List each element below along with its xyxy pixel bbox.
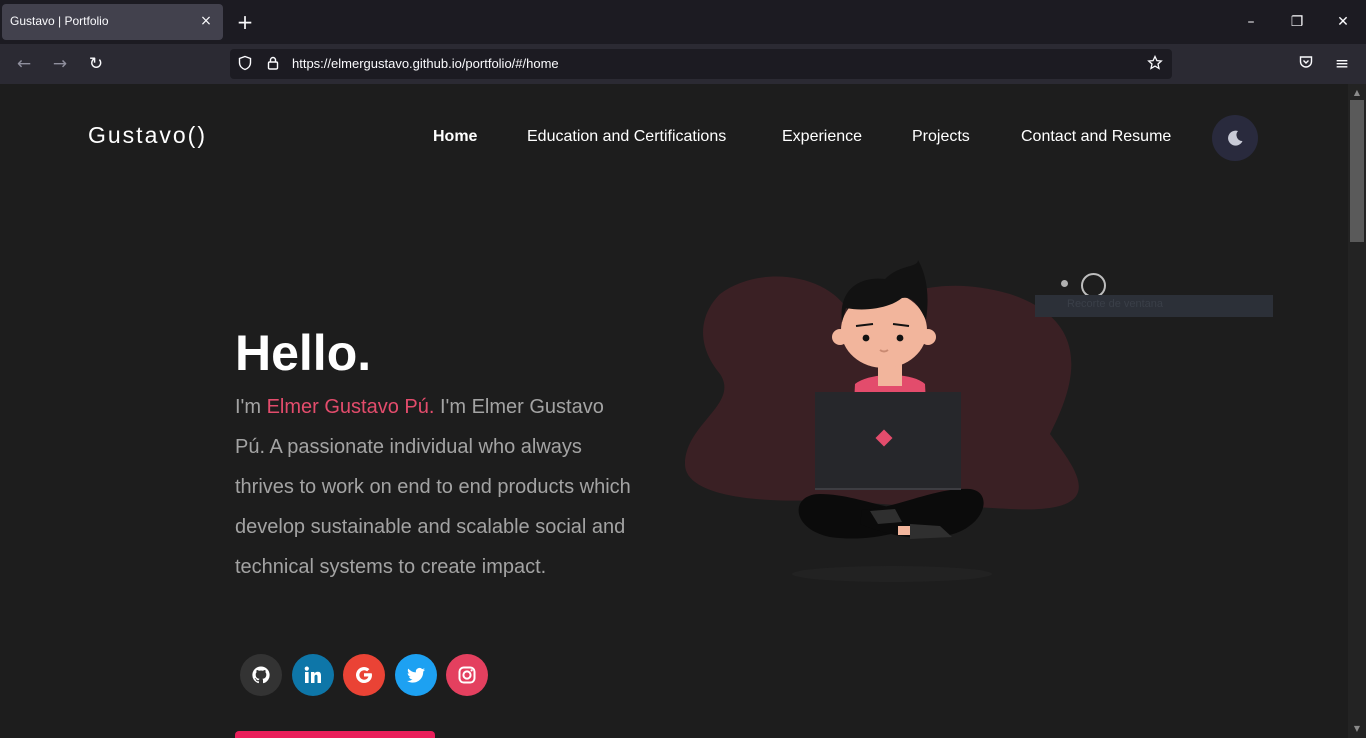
- google-button[interactable]: [343, 654, 385, 696]
- reload-icon[interactable]: ↻: [86, 54, 106, 74]
- portfolio-page: Gustavo() Home Education and Certificati…: [0, 84, 1348, 738]
- url-text[interactable]: https://elmergustavo.github.io/portfolio…: [292, 56, 559, 71]
- window-close-icon[interactable]: ✕: [1333, 12, 1353, 32]
- window-snip-overlay: Recorte de ventana: [1035, 295, 1273, 317]
- tab-bar: Gustavo | Portfolio × + – ❐ ✕: [0, 0, 1366, 44]
- linkedin-icon: [304, 666, 321, 683]
- instagram-button[interactable]: [446, 654, 488, 696]
- scroll-down-icon[interactable]: ▼: [1352, 724, 1362, 734]
- forward-icon[interactable]: →: [50, 54, 70, 74]
- linkedin-button[interactable]: [292, 654, 334, 696]
- cta-button[interactable]: [235, 731, 435, 738]
- shield-icon[interactable]: [236, 55, 254, 73]
- shadow-shape: [792, 566, 992, 582]
- nav-home[interactable]: Home: [433, 128, 477, 146]
- scroll-up-icon[interactable]: ▲: [1352, 88, 1362, 98]
- theme-toggle-button[interactable]: [1212, 115, 1258, 161]
- address-bar[interactable]: https://elmergustavo.github.io/portfolio…: [230, 49, 1172, 79]
- twitter-icon: [407, 667, 425, 683]
- tab-portfolio[interactable]: Gustavo | Portfolio ×: [2, 4, 223, 40]
- snip-label: Recorte de ventana: [1067, 298, 1164, 310]
- page-scrollbar[interactable]: ▲ ▼: [1348, 84, 1366, 738]
- google-icon: [355, 667, 372, 683]
- nav-experience[interactable]: Experience: [782, 128, 862, 146]
- hero-name: Elmer Gustavo Pú.: [266, 396, 435, 418]
- new-tab-button[interactable]: +: [234, 11, 256, 33]
- site-logo[interactable]: Gustavo(): [88, 122, 207, 149]
- scrollbar-thumb[interactable]: [1350, 100, 1364, 242]
- hero-intro: I'm Elmer Gustavo Pú. I'm Elmer Gustavo …: [235, 387, 635, 587]
- back-icon[interactable]: ←: [14, 54, 34, 74]
- browser-toolbar: ← → ↻ https://elmergustavo.github.io/por…: [0, 44, 1366, 84]
- menu-icon[interactable]: ≡: [1332, 54, 1352, 74]
- minimize-icon[interactable]: –: [1241, 12, 1261, 32]
- github-icon: [252, 666, 270, 684]
- snip-dot: [1061, 280, 1068, 287]
- intro-prefix: I'm: [235, 396, 267, 418]
- bookmark-star-icon[interactable]: [1146, 54, 1164, 73]
- nav-projects[interactable]: Projects: [912, 128, 970, 146]
- nav-contact[interactable]: Contact and Resume: [1021, 128, 1171, 146]
- close-tab-icon[interactable]: ×: [197, 12, 215, 30]
- hero-greeting: Hello.: [235, 325, 372, 381]
- nav-education[interactable]: Education and Certifications: [527, 128, 726, 146]
- instagram-icon: [458, 666, 476, 684]
- restore-icon[interactable]: ❐: [1287, 12, 1307, 32]
- lock-icon[interactable]: [264, 55, 282, 73]
- tab-title: Gustavo | Portfolio: [10, 14, 109, 28]
- twitter-button[interactable]: [395, 654, 437, 696]
- moon-icon: [1228, 130, 1243, 146]
- intro-text: I'm Elmer Gustavo Pú. A passionate indiv…: [235, 396, 631, 578]
- github-button[interactable]: [240, 654, 282, 696]
- pocket-icon[interactable]: [1296, 54, 1316, 74]
